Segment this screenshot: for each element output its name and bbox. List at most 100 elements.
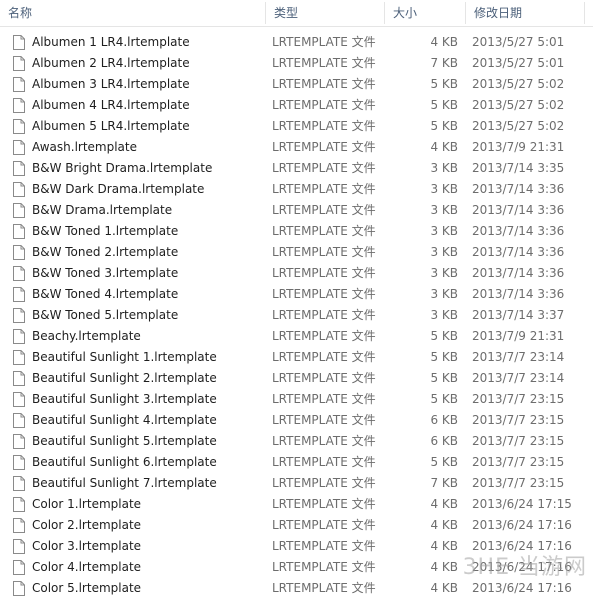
file-icon — [13, 182, 25, 197]
file-row[interactable]: Color 2.lrtemplate LRTEMPLATE 文件 4 KB 2013/… — [0, 515, 593, 536]
file-name: Beachy.lrtemplate — [32, 329, 141, 343]
file-row[interactable]: Albumen 1 LR4.lrtemplate LRTEMPLATE 文件 4 K… — [0, 32, 593, 53]
file-modified-date: 2013/5/27 5:02 — [472, 77, 565, 91]
file-row[interactable]: Albumen 3 LR4.lrtemplate LRTEMPLATE 文件 5 K… — [0, 74, 593, 95]
file-name: Beautiful Sunlight 1.lrtemplate — [32, 350, 217, 364]
file-icon — [13, 455, 25, 470]
column-header-modified[interactable]: 修改日期 — [466, 0, 584, 26]
file-icon — [13, 476, 25, 491]
file-icon — [13, 581, 25, 596]
file-name: Beautiful Sunlight 7.lrtemplate — [32, 476, 217, 490]
file-name: Beautiful Sunlight 5.lrtemplate — [32, 434, 217, 448]
file-size: 5 KB — [430, 77, 458, 91]
file-row[interactable]: B&W Toned 3.lrtemplate LRTEMPLATE 文件 3 KB 2… — [0, 263, 593, 284]
file-size: 4 KB — [430, 140, 458, 154]
file-row[interactable]: Albumen 4 LR4.lrtemplate LRTEMPLATE 文件 5 K… — [0, 95, 593, 116]
file-row[interactable]: B&W Toned 2.lrtemplate LRTEMPLATE 文件 3 KB 2… — [0, 242, 593, 263]
column-divider[interactable] — [584, 2, 585, 24]
file-name: Color 4.lrtemplate — [32, 560, 142, 574]
file-row[interactable]: B&W Toned 1.lrtemplate LRTEMPLATE 文件 3 KB 2… — [0, 221, 593, 242]
file-type: LRTEMPLATE 文件 — [272, 35, 376, 49]
file-size: 3 KB — [430, 203, 458, 217]
file-size: 4 KB — [430, 497, 458, 511]
file-modified-date: 2013/7/14 3:35 — [472, 161, 565, 175]
file-row[interactable]: Color 1.lrtemplate LRTEMPLATE 文件 4 KB 2013/… — [0, 494, 593, 515]
file-name: B&W Bright Drama.lrtemplate — [32, 161, 213, 175]
file-row[interactable]: Beautiful Sunlight 1.lrtemplate LRTEMPLAT… — [0, 347, 593, 368]
file-row[interactable]: Beautiful Sunlight 4.lrtemplate LRTEMPLAT… — [0, 410, 593, 431]
file-size: 5 KB — [430, 329, 458, 343]
file-size: 5 KB — [430, 455, 458, 469]
file-name: B&W Toned 1.lrtemplate — [32, 224, 179, 238]
file-row[interactable]: B&W Dark Drama.lrtemplate LRTEMPLATE 文件 3 … — [0, 179, 593, 200]
file-row[interactable]: Beachy.lrtemplate LRTEMPLATE 文件 5 KB 2013/7… — [0, 326, 593, 347]
file-name: Albumen 3 LR4.lrtemplate — [32, 77, 190, 91]
file-modified-date: 2013/7/14 3:36 — [472, 287, 565, 301]
file-size: 3 KB — [430, 308, 458, 322]
file-type: LRTEMPLATE 文件 — [272, 518, 376, 532]
file-row[interactable]: Beautiful Sunlight 7.lrtemplate LRTEMPLAT… — [0, 473, 593, 494]
file-size: 6 KB — [430, 413, 458, 427]
file-name: B&W Toned 2.lrtemplate — [32, 245, 179, 259]
file-icon — [13, 245, 25, 260]
file-type: LRTEMPLATE 文件 — [272, 413, 376, 427]
file-list: Albumen 1 LR4.lrtemplate LRTEMPLATE 文件 4 K… — [0, 32, 593, 599]
file-icon — [13, 350, 25, 365]
file-row[interactable]: B&W Toned 5.lrtemplate LRTEMPLATE 文件 3 KB 2… — [0, 305, 593, 326]
file-row[interactable]: B&W Drama.lrtemplate LRTEMPLATE 文件 3 KB 201… — [0, 200, 593, 221]
file-name: Albumen 1 LR4.lrtemplate — [32, 35, 190, 49]
file-name: B&W Dark Drama.lrtemplate — [32, 182, 205, 196]
file-name: B&W Toned 5.lrtemplate — [32, 308, 179, 322]
file-type: LRTEMPLATE 文件 — [272, 434, 376, 448]
column-header-name-label: 名称 — [8, 6, 33, 20]
file-icon — [13, 308, 25, 323]
file-modified-date: 2013/5/27 5:01 — [472, 56, 565, 70]
file-modified-date: 2013/7/9 21:31 — [472, 329, 565, 343]
file-type: LRTEMPLATE 文件 — [272, 560, 376, 574]
column-header-modified-label: 修改日期 — [474, 6, 523, 20]
file-row[interactable]: Color 5.lrtemplate LRTEMPLATE 文件 4 KB 2013/… — [0, 578, 593, 599]
file-row[interactable]: Beautiful Sunlight 2.lrtemplate LRTEMPLAT… — [0, 368, 593, 389]
file-modified-date: 2013/7/14 3:36 — [472, 245, 565, 259]
file-row[interactable]: Beautiful Sunlight 5.lrtemplate LRTEMPLAT… — [0, 431, 593, 452]
file-row[interactable]: Beautiful Sunlight 3.lrtemplate LRTEMPLAT… — [0, 389, 593, 410]
file-type: LRTEMPLATE 文件 — [272, 182, 376, 196]
file-type: LRTEMPLATE 文件 — [272, 224, 376, 238]
column-header-bar: 名称 ^ 类型 大小 修改日期 — [0, 0, 593, 27]
file-icon — [13, 77, 25, 92]
column-header-size[interactable]: 大小 — [385, 0, 465, 26]
file-name: Albumen 5 LR4.lrtemplate — [32, 119, 190, 133]
file-size: 4 KB — [430, 35, 458, 49]
file-size: 5 KB — [430, 392, 458, 406]
file-row[interactable]: B&W Bright Drama.lrtemplate LRTEMPLATE 文件… — [0, 158, 593, 179]
file-modified-date: 2013/7/7 23:14 — [472, 350, 565, 364]
file-icon — [13, 203, 25, 218]
file-type: LRTEMPLATE 文件 — [272, 308, 376, 322]
file-size: 5 KB — [430, 119, 458, 133]
file-row[interactable]: Awash.lrtemplate LRTEMPLATE 文件 4 KB 2013/7/… — [0, 137, 593, 158]
file-icon — [13, 287, 25, 302]
file-modified-date: 2013/5/27 5:02 — [472, 119, 565, 133]
file-type: LRTEMPLATE 文件 — [272, 287, 376, 301]
file-icon — [13, 434, 25, 449]
file-icon — [13, 140, 25, 155]
file-row[interactable]: Beautiful Sunlight 6.lrtemplate LRTEMPLAT… — [0, 452, 593, 473]
file-name: Color 3.lrtemplate — [32, 539, 142, 553]
file-type: LRTEMPLATE 文件 — [272, 140, 376, 154]
file-size: 4 KB — [430, 518, 458, 532]
file-icon — [13, 413, 25, 428]
file-icon — [13, 266, 25, 281]
file-size: 6 KB — [430, 434, 458, 448]
file-type: LRTEMPLATE 文件 — [272, 497, 376, 511]
column-header-size-label: 大小 — [393, 6, 418, 20]
file-icon — [13, 539, 25, 554]
file-row[interactable]: Albumen 2 LR4.lrtemplate LRTEMPLATE 文件 7 K… — [0, 53, 593, 74]
file-modified-date: 2013/7/7 23:14 — [472, 371, 565, 385]
file-row[interactable]: B&W Toned 4.lrtemplate LRTEMPLATE 文件 3 KB 2… — [0, 284, 593, 305]
column-header-type[interactable]: 类型 — [266, 0, 384, 26]
file-type: LRTEMPLATE 文件 — [272, 56, 376, 70]
file-row[interactable]: Albumen 5 LR4.lrtemplate LRTEMPLATE 文件 5 K… — [0, 116, 593, 137]
file-icon — [13, 161, 25, 176]
file-size: 3 KB — [430, 182, 458, 196]
file-modified-date: 2013/7/7 23:15 — [472, 434, 565, 448]
